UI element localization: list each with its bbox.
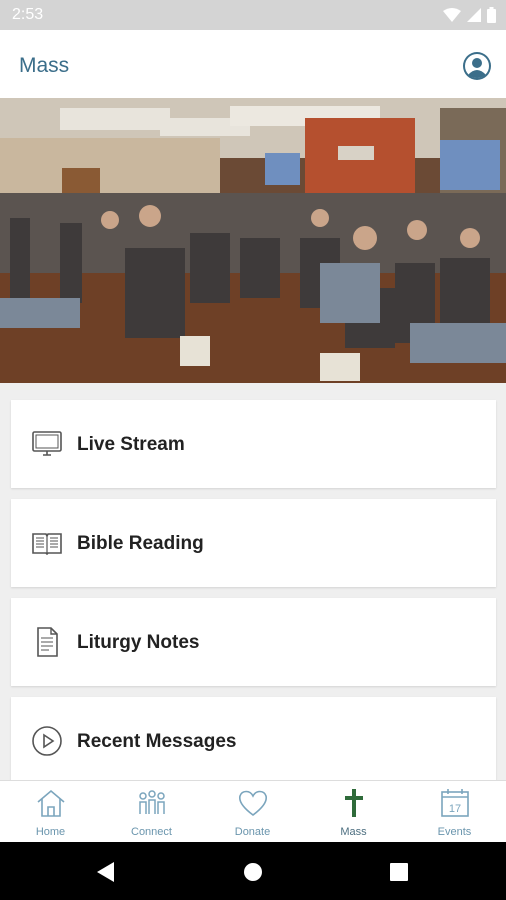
nav-label: Mass [340, 826, 367, 838]
people-icon [139, 790, 165, 814]
battery-icon [487, 7, 496, 23]
nav-item-mass[interactable]: Mass [303, 781, 404, 843]
monitor-icon [32, 431, 62, 456]
heart-icon [238, 790, 268, 817]
profile-icon[interactable] [462, 51, 492, 81]
status-icons [443, 7, 496, 23]
cellular-icon [467, 7, 481, 22]
menu-item-recent-messages[interactable]: Recent Messages [11, 697, 496, 785]
home-button-icon[interactable] [243, 862, 263, 882]
menu-item-label: Liturgy Notes [77, 632, 200, 653]
status-time: 2:53 [12, 6, 44, 23]
play-circle-icon [32, 726, 62, 756]
nav-label: Donate [234, 826, 271, 838]
calendar-icon: 17 [441, 789, 469, 817]
back-icon[interactable] [96, 862, 116, 882]
menu-item-live-stream[interactable]: Live Stream [11, 400, 496, 488]
nav-item-home[interactable]: Home [0, 781, 101, 843]
wifi-icon [443, 7, 461, 22]
hero-image [0, 98, 506, 383]
nav-item-events[interactable]: 17 Events [404, 781, 505, 843]
document-icon [37, 627, 58, 657]
menu-item-bible-reading[interactable]: Bible Reading [11, 499, 496, 587]
bottom-navigation: Home Connect Donate Mass 17 Events [0, 780, 506, 843]
congregation-photo [0, 98, 506, 383]
nav-label: Connect [131, 826, 172, 838]
menu-item-label: Live Stream [77, 434, 185, 455]
book-icon [32, 533, 62, 556]
nav-item-connect[interactable]: Connect [101, 781, 202, 843]
cross-icon [345, 789, 363, 817]
menu-item-liturgy-notes[interactable]: Liturgy Notes [11, 598, 496, 686]
page-title: Mass [19, 54, 70, 77]
nav-label: Events [437, 826, 472, 838]
menu-item-label: Bible Reading [77, 533, 204, 554]
system-navigation-bar [0, 842, 506, 900]
status-bar: 2:53 [0, 0, 506, 30]
home-icon [37, 789, 65, 817]
nav-label: Home [35, 826, 66, 838]
menu-item-label: Recent Messages [77, 731, 237, 752]
app-bar: Mass [0, 30, 506, 100]
recents-icon[interactable] [390, 863, 408, 881]
calendar-day: 17 [449, 803, 461, 815]
nav-item-donate[interactable]: Donate [202, 781, 303, 843]
